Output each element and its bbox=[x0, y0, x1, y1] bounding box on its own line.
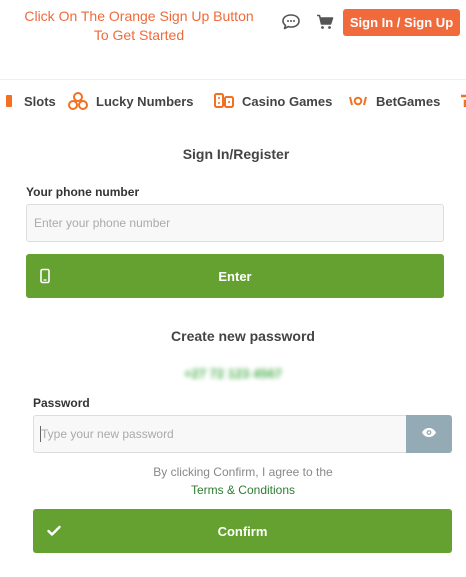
masked-phone-number: +27 72 123 4567 bbox=[184, 366, 282, 381]
enter-button[interactable]: Enter bbox=[26, 254, 444, 298]
agreement-text: By clicking Confirm, I agree to the bbox=[153, 465, 333, 479]
mobile-phone-icon bbox=[40, 268, 50, 284]
header: Click On The Orange Sign Up Button To Ge… bbox=[0, 0, 466, 48]
password-label: Password bbox=[33, 396, 90, 410]
phone-label: Your phone number bbox=[26, 185, 140, 199]
page-title: Sign In/Register bbox=[182, 146, 290, 162]
lucky-balls-icon bbox=[68, 91, 88, 111]
checkmark-icon bbox=[47, 525, 61, 537]
eye-icon bbox=[421, 425, 437, 443]
nav-item-label: BetGames bbox=[376, 93, 441, 109]
create-password-title: Create new password bbox=[171, 328, 315, 344]
text-cursor bbox=[40, 426, 41, 442]
chat-icon[interactable] bbox=[279, 11, 303, 33]
nav-item-label: Lucky Numbers bbox=[96, 93, 194, 109]
instruction-line-1: Click On The Orange Sign Up Button bbox=[24, 8, 254, 24]
enter-label: Enter bbox=[218, 268, 252, 284]
category-nav: Slots Lucky Numbers Casino Games BetGame… bbox=[0, 82, 466, 120]
show-password-button[interactable] bbox=[406, 415, 452, 453]
sign-in-sign-up-button[interactable]: Sign In / Sign Up bbox=[343, 9, 460, 36]
instruction-text: Click On The Orange Sign Up Button To Ge… bbox=[8, 7, 270, 45]
more-category-icon bbox=[456, 91, 466, 111]
confirm-button[interactable]: Confirm bbox=[33, 509, 452, 553]
nav-item-label: Slots bbox=[24, 93, 56, 109]
confirm-label: Confirm bbox=[217, 523, 268, 539]
nav-item-slots[interactable]: Slots bbox=[0, 82, 56, 120]
password-input[interactable] bbox=[33, 415, 406, 453]
terms-and-conditions-link[interactable]: Terms & Conditions bbox=[0, 483, 466, 497]
nav-divider bbox=[0, 79, 466, 80]
slots-icon bbox=[0, 91, 16, 111]
nav-item-casino-games[interactable]: Casino Games bbox=[214, 82, 332, 120]
cart-icon[interactable] bbox=[313, 11, 337, 33]
nav-item-lucky-numbers[interactable]: Lucky Numbers bbox=[68, 82, 194, 120]
phone-input[interactable] bbox=[26, 204, 444, 242]
nav-item-more[interactable] bbox=[456, 82, 466, 120]
betgames-icon bbox=[348, 91, 368, 111]
password-field-group bbox=[33, 415, 452, 453]
instruction-line-2: To Get Started bbox=[93, 27, 185, 43]
casino-dice-icon bbox=[214, 91, 234, 111]
nav-item-label: Casino Games bbox=[242, 93, 333, 109]
nav-item-betgames[interactable]: BetGames bbox=[348, 82, 440, 120]
